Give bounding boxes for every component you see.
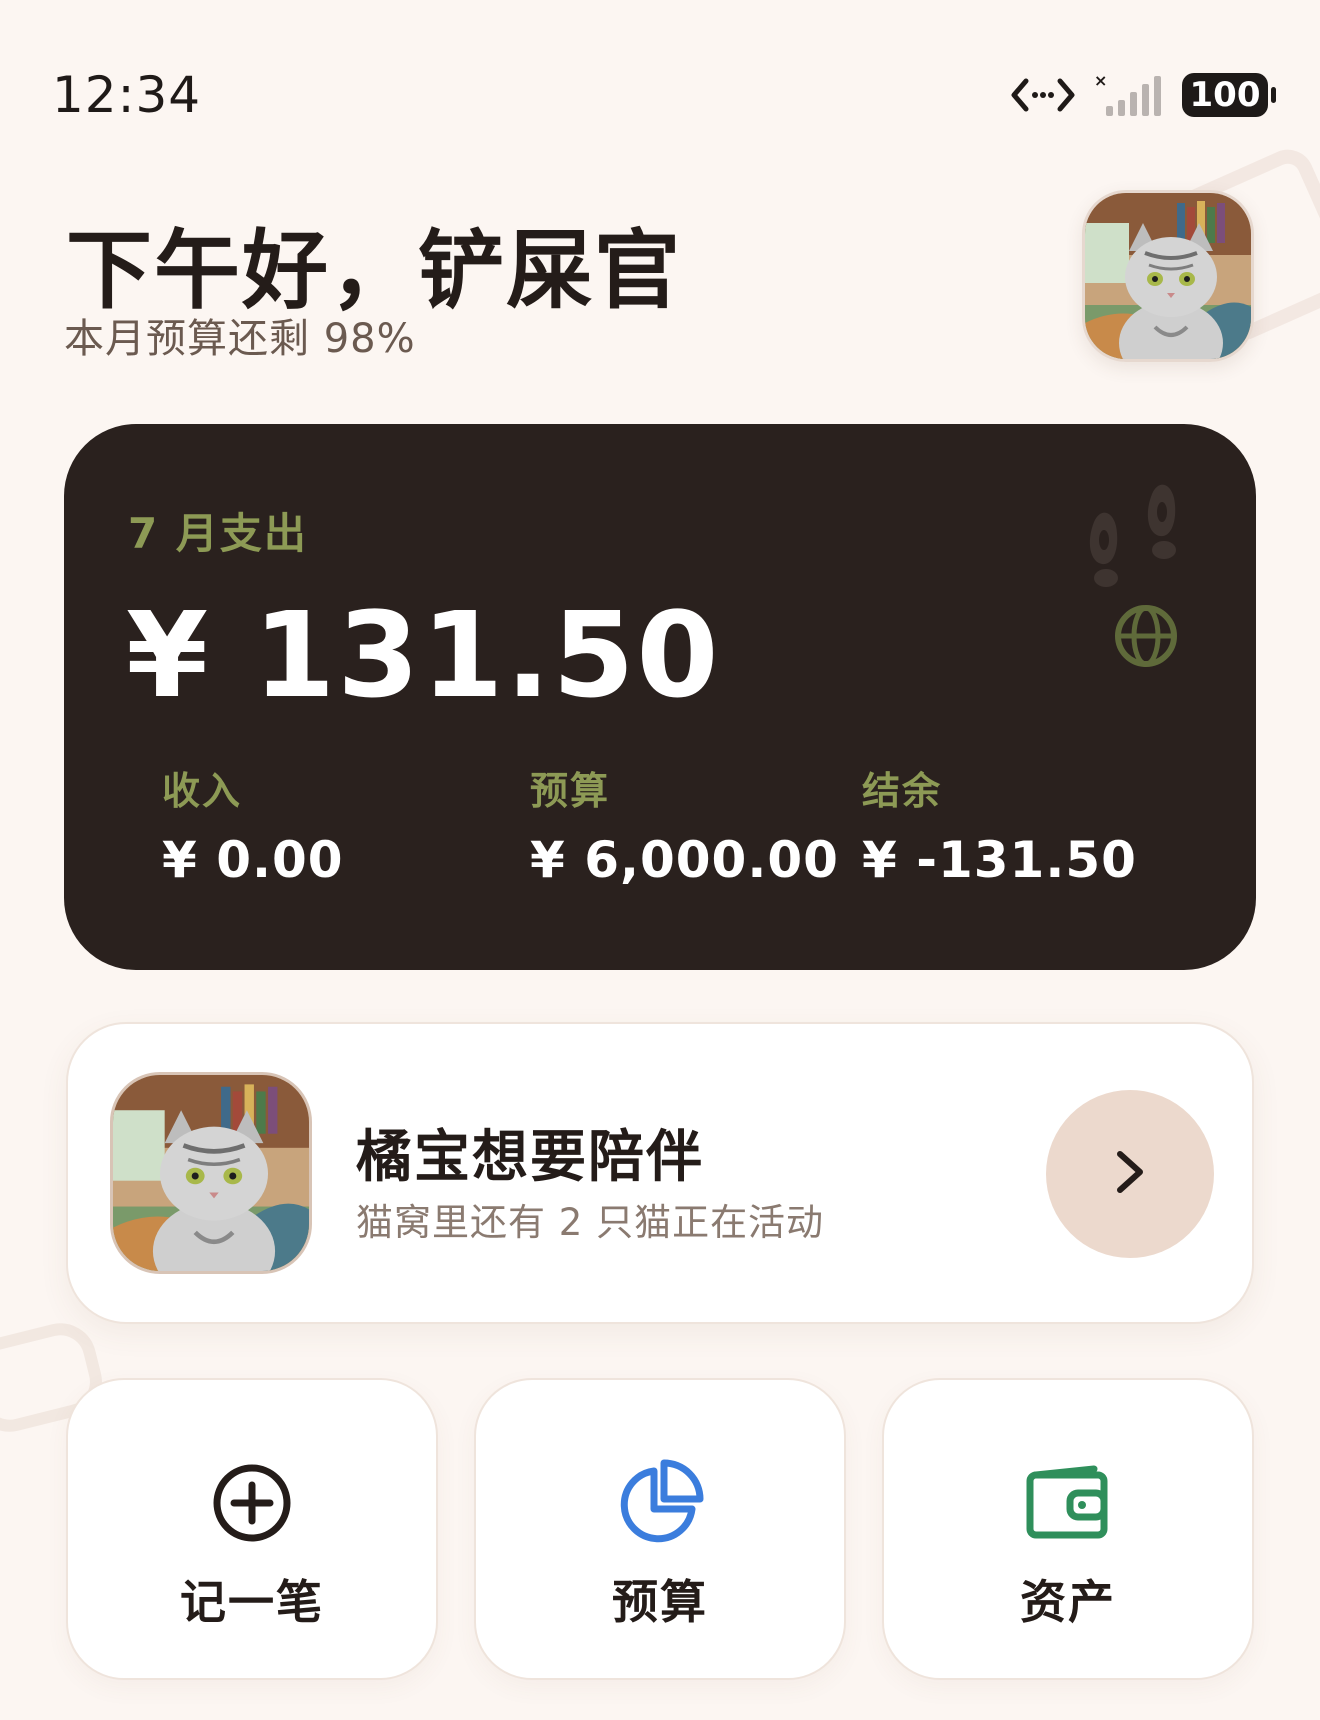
no-signal-icon: × (1094, 72, 1164, 118)
cat-card-open-button[interactable] (1046, 1090, 1214, 1258)
income-value: ¥ 0.00 (162, 831, 344, 889)
budget-label: 预算 (530, 769, 611, 813)
balance-value: ¥ -131.50 (862, 831, 1137, 889)
budget-label: 预算 (612, 1575, 708, 1629)
income-label: 收入 (162, 769, 243, 813)
add-record-button[interactable]: 记一笔 (66, 1378, 438, 1680)
budget-remaining-text: 本月预算还剩 98% (64, 316, 416, 362)
cat-illustration (1085, 193, 1251, 359)
budget-button[interactable]: 预算 (474, 1378, 846, 1680)
month-label: 7 月支出 (128, 509, 308, 558)
add-record-label: 记一笔 (180, 1575, 324, 1629)
battery-icon: 100 (1182, 73, 1276, 117)
chevron-right-icon (1110, 1146, 1150, 1202)
balance-label: 结余 (862, 769, 943, 813)
cat-thumbnail (110, 1072, 312, 1274)
status-icons: × 100 (1010, 72, 1276, 118)
wallet-icon (1023, 1458, 1113, 1548)
pie-chart-icon (615, 1458, 705, 1548)
cat-companion-card[interactable]: 橘宝想要陪伴 猫窝里还有 2 只猫正在活动 (66, 1022, 1254, 1324)
plus-circle-icon (207, 1458, 297, 1548)
globe-icon[interactable] (1110, 600, 1182, 672)
budget-stat: 预算 ¥ 6,000.00 (530, 760, 839, 889)
data-transfer-icon (1010, 75, 1076, 115)
monthly-summary-card[interactable]: 7 月支出 ¥ 131.50 收入 ¥ 0.00 预算 ¥ 6,000.00 结… (64, 424, 1256, 970)
assets-label: 资产 (1020, 1575, 1116, 1629)
assets-button[interactable]: 资产 (882, 1378, 1254, 1680)
cat-illustration (113, 1075, 309, 1271)
monthly-expense-amount: ¥ 131.50 (126, 586, 721, 724)
svg-text:×: × (1094, 72, 1107, 90)
cat-avatar[interactable] (1082, 190, 1254, 362)
cat-card-title: 橘宝想要陪伴 (356, 1125, 704, 1190)
budget-value: ¥ 6,000.00 (530, 831, 839, 889)
balance-stat: 结余 ¥ -131.50 (862, 760, 1137, 889)
footprints-icon (1082, 480, 1192, 594)
cat-card-subtitle: 猫窝里还有 2 只猫正在活动 (356, 1201, 825, 1244)
home-screen: 12:34 × 100 下午好，铲屎官 本月预算还剩 98% 7 月支出 ¥ 1… (0, 0, 1320, 1720)
income-stat: 收入 ¥ 0.00 (162, 760, 344, 889)
status-time: 12:34 (52, 66, 202, 124)
